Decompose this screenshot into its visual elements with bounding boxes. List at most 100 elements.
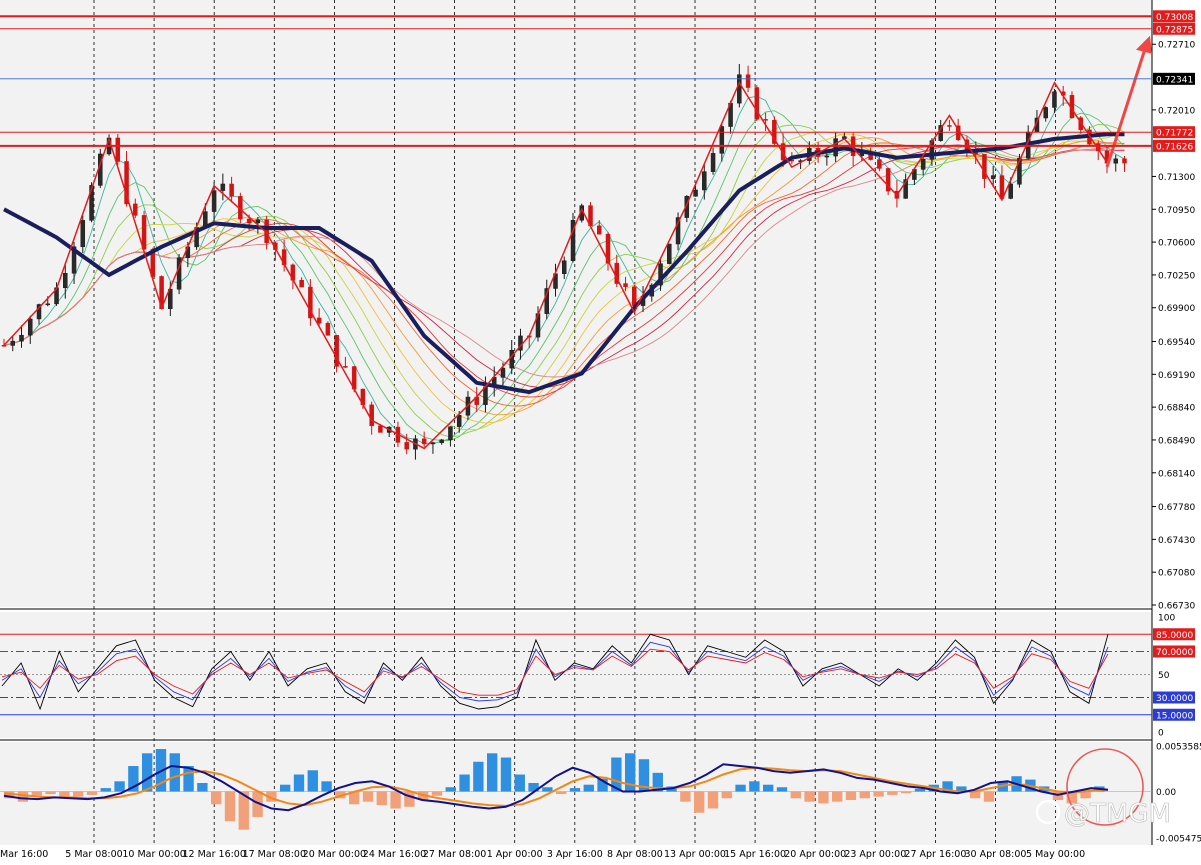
candle-body [833,138,838,157]
x-tick-label: 24 Mar 16:00 [363,849,426,860]
candle-body [211,190,217,212]
candle-body [229,183,234,197]
macd-hist-bar [45,791,56,795]
macd-hist-bar [542,787,553,792]
y-tick-label: 0.69540 [1158,338,1195,348]
rsi-tick-label: 100 [1158,614,1175,624]
candle-body [710,153,716,172]
y-tick-label: 0.70950 [1158,206,1195,216]
macd-hist-bar [224,791,236,822]
y-tick-label: 0.69190 [1158,371,1195,381]
macd-hist-bar [790,791,801,799]
x-tick-label: 30 Apr 08:00 [965,849,1027,860]
x-tick-label: 10 Mar 00:00 [122,849,185,860]
x-tick-label: 17 Mar 08:00 [243,849,306,860]
macd-hist-bar [473,761,484,792]
candle-body [702,171,707,191]
macd-hist-bar [487,753,498,792]
y-tick-label: 0.71300 [1158,173,1195,183]
rsi-level-label: 30.0000 [1156,694,1193,704]
candle-body [632,286,637,306]
macd-hist-bar [804,791,815,802]
candle-body [561,260,567,274]
macd-hist-bar [721,791,732,799]
x-tick-label: Mar 16:00 [0,849,48,860]
macd-hist-bar [707,791,719,809]
candle-body [325,322,331,336]
macd-hist-bar [735,784,746,792]
candle-body [1052,91,1057,108]
x-tick-label: 1 Apr 00:00 [487,849,543,860]
candle-body [141,215,147,250]
candle-body [421,438,427,445]
candle-body [255,219,261,224]
macd-hist-bar [404,791,415,807]
macd-hist-bar [142,753,153,792]
candle-body [1043,107,1048,119]
macd-hist-bar [307,770,318,792]
macd-hist-bar [362,791,374,802]
macd-hist-bar [845,791,857,800]
candle-body [456,415,462,427]
rsi-tick-label: 0 [1158,729,1164,739]
candle-body [509,350,514,369]
macd-hist-bar [459,774,470,792]
macd-hist-bar [970,791,981,799]
candle-body [500,367,506,378]
candle-body [1122,158,1127,164]
candle-body [448,426,453,441]
candle-body [28,318,33,336]
candle-body [1008,184,1013,199]
x-tick-label: 3 Apr 16:00 [547,849,603,860]
candle-body [439,439,444,443]
candle-body [115,137,121,162]
level-label: 0.72875 [1156,25,1193,35]
macd-hist-bar [859,791,870,799]
macd-hist-bar [100,788,111,792]
candle-body [404,442,409,450]
candle-body [316,317,322,324]
level-label: 0.71772 [1156,129,1193,139]
candle-body [133,203,138,216]
candle-body [667,243,672,264]
candle-body [378,425,383,433]
y-tick-label: 0.67080 [1158,569,1195,579]
candle-body [947,125,952,127]
y-tick-label: 0.69900 [1158,304,1195,314]
x-tick-label: 13 Apr 00:00 [664,849,726,860]
x-tick-label: 8 Apr 08:00 [607,849,663,860]
candle-body [45,303,51,306]
chart-svg: 0.73008 0.72875 0.71772 0.71626 0.72341 0.727… [0,0,1201,861]
macd-tick-label: 0.0053585 [1156,742,1201,752]
time-axis: Mar 16:00 5 Mar 08:00 10 Mar 00:0012 Mar 1… [0,849,1085,860]
y-tick-label: 0.68490 [1158,436,1195,446]
x-tick-label: 12 Mar 16:00 [182,849,245,860]
macd-hist-bar [514,774,525,792]
candle-body [430,442,436,445]
x-tick-label: 27 Apr 16:00 [904,849,966,860]
candle-body [763,119,768,121]
candle-body [1,344,7,347]
macd-hist-bar [914,788,926,792]
macd-hist-bar [376,791,387,806]
x-tick-label: 20 Mar 00:00 [303,849,366,860]
x-tick-label: 23 Apr 00:00 [844,849,906,860]
candle-body [990,175,996,179]
macd-hist-bar [887,791,898,795]
rsi-level-label: 15.0000 [1156,711,1193,721]
y-tick-label: 0.66730 [1158,602,1195,612]
candle-body [824,155,830,158]
macd-hist-bar [211,791,222,805]
price-panel-bg [0,0,1152,607]
x-tick-label: 5 Mar 08:00 [65,849,122,860]
level-label: 0.71626 [1156,142,1193,152]
macd-hist-bar [114,781,125,792]
macd-hist-bar [500,757,512,792]
macd-hist-bar [583,784,594,792]
candle-body [19,334,24,342]
rsi-level-label: 85.0000 [1156,631,1193,641]
y-tick-label: 0.68840 [1158,404,1195,414]
y-tick-label: 0.70600 [1158,239,1195,249]
macd-hist-bar [445,787,456,792]
candle-body [10,340,16,346]
